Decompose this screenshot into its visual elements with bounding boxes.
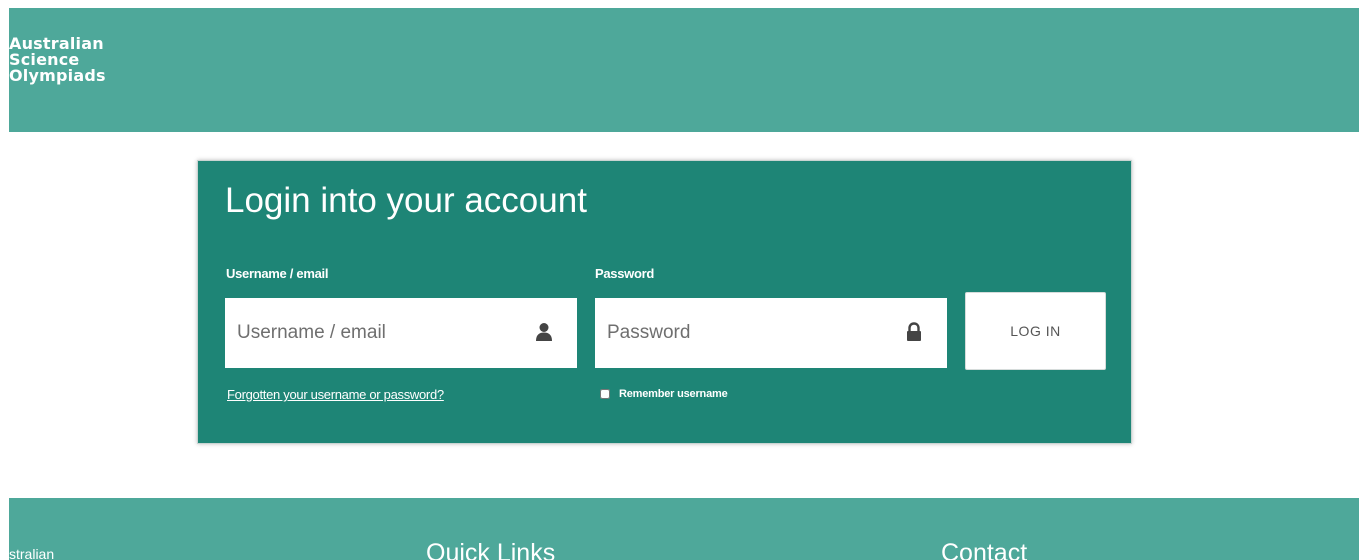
- footer-contact-heading: Contact: [941, 539, 1028, 560]
- user-icon: [536, 323, 552, 341]
- logo-line-3: Olympiads: [9, 66, 106, 85]
- lock-icon: [907, 322, 921, 341]
- password-input[interactable]: [595, 298, 947, 368]
- remember-username-checkbox[interactable]: [600, 389, 610, 399]
- password-field-wrapper: [595, 298, 947, 368]
- remember-username[interactable]: Remember username: [600, 388, 728, 400]
- login-button[interactable]: LOG IN: [965, 292, 1106, 370]
- site-logo[interactable]: Australian Science Olympiads: [9, 36, 169, 84]
- remember-username-label: Remember username: [619, 388, 728, 400]
- username-label: Username / email: [226, 266, 329, 281]
- forgot-credentials-link[interactable]: Forgotten your username or password?: [227, 387, 444, 402]
- footer-quick-links-heading: Quick Links: [426, 539, 556, 560]
- username-field-wrapper: [225, 298, 577, 368]
- footer-brand-text: stralian: [9, 546, 55, 560]
- login-card: Login into your account Username / email…: [197, 160, 1132, 444]
- password-label: Password: [595, 266, 655, 281]
- login-title: Login into your account: [225, 181, 587, 220]
- site-footer: stralian Quick Links Contact: [9, 498, 1359, 560]
- site-header: Australian Science Olympiads: [9, 8, 1359, 132]
- username-input[interactable]: [225, 298, 577, 368]
